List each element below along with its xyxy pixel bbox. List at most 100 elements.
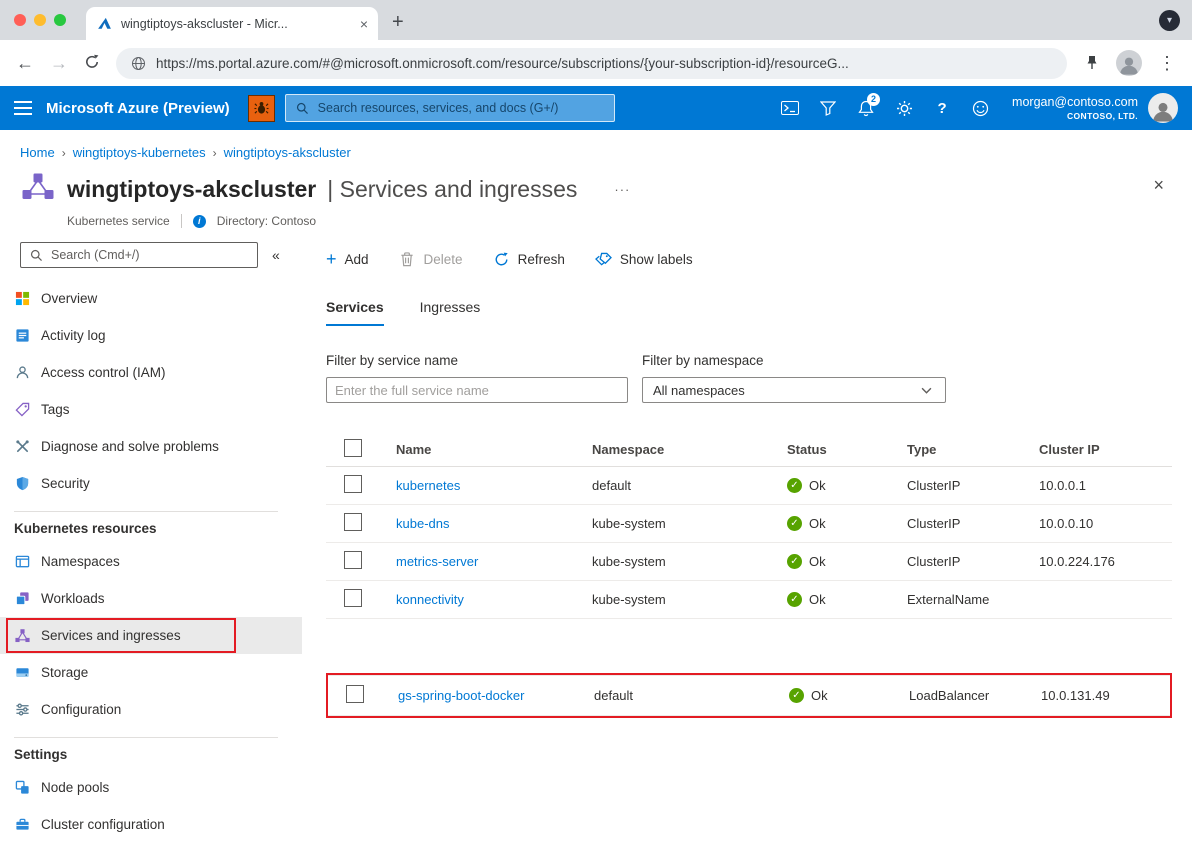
browser-toolbar: ← → https://ms.portal.azure.com/#@micros… [0,40,1192,86]
cell-namespace: default [592,478,787,493]
tab-title: wingtiptoys-akscluster - Micr... [121,17,352,31]
sidebar-item-node-pools[interactable]: Node pools [0,769,302,806]
sidebar-search-input[interactable] [51,248,250,262]
tab-ingresses[interactable]: Ingresses [420,299,481,326]
account-avatar[interactable] [1148,93,1178,123]
back-button[interactable]: ← [16,54,34,72]
delete-button[interactable]: Delete [399,252,463,267]
sidebar-item-label: Overview [41,291,97,306]
breadcrumb-cluster[interactable]: wingtiptoys-akscluster [224,145,351,160]
refresh-button-label: Refresh [518,252,565,267]
reload-button[interactable] [84,54,100,73]
report-bug-icon[interactable] [248,95,275,122]
cell-cluster-ip: 10.0.131.49 [1041,688,1170,703]
section-header-settings: Settings [0,738,302,769]
select-all-checkbox[interactable] [344,439,362,457]
account-menu[interactable]: morgan@contoso.com CONTOSO, LTD. [1012,94,1138,121]
sidebar-item-services-and-ingresses[interactable]: Services and ingresses [0,617,302,654]
add-button-label: Add [345,252,369,267]
azure-search-box[interactable] [285,94,615,122]
activity-log-icon [14,328,31,343]
sidebar-item-cluster-configuration[interactable]: Cluster configuration [0,806,302,843]
sidebar-item-namespaces[interactable]: Namespaces [0,543,302,580]
window-zoom-button[interactable] [54,14,66,26]
sidebar-item-activity-log[interactable]: Activity log [0,317,302,354]
column-header-name[interactable]: Name [396,442,592,457]
service-link[interactable]: kubernetes [396,478,460,493]
more-menu-icon[interactable]: ··· [614,182,630,197]
row-checkbox[interactable] [344,513,362,531]
workloads-icon [14,591,31,606]
sidebar-search-box[interactable] [20,242,258,268]
column-header-type[interactable]: Type [907,442,1039,457]
show-labels-button[interactable]: Show labels [595,252,693,267]
status-ok-icon: ✓ [787,554,802,569]
row-checkbox[interactable] [344,551,362,569]
tab-close-icon[interactable]: × [360,17,368,31]
sidebar-item-label: Workloads [41,591,105,606]
sidebar-item-access-control[interactable]: Access control (IAM) [0,354,302,391]
service-link[interactable]: gs-spring-boot-docker [398,688,524,703]
breadcrumb-separator: › [213,146,217,160]
cell-cluster-ip: 10.0.0.1 [1039,478,1172,493]
screen: wingtiptoys-akscluster - Micr... × + ▾ ←… [0,0,1192,858]
notifications-bell-icon[interactable]: 2 [848,90,884,126]
refresh-button[interactable]: Refresh [493,252,565,267]
cell-namespace: kube-system [592,516,787,531]
directory-filter-icon[interactable] [810,90,846,126]
new-tab-button[interactable]: + [392,12,404,32]
forward-button[interactable]: → [50,54,68,72]
window-close-button[interactable] [14,14,26,26]
row-checkbox[interactable] [344,475,362,493]
pin-icon[interactable] [1083,55,1100,71]
window-minimize-button[interactable] [34,14,46,26]
service-link[interactable]: konnectivity [396,592,464,607]
tab-services[interactable]: Services [326,299,384,326]
browser-avatar[interactable] [1116,50,1142,76]
settings-gear-icon[interactable] [886,90,922,126]
azure-brand[interactable]: Microsoft Azure (Preview) [46,100,230,117]
annotation-row-highlight: gs-spring-boot-docker default ✓ Ok LoadB… [326,673,1172,718]
sidebar-item-label: Activity log [41,328,106,343]
browser-tab[interactable]: wingtiptoys-akscluster - Micr... × [86,7,378,40]
hamburger-menu-icon[interactable] [14,101,32,115]
sidebar-item-workloads[interactable]: Workloads [0,580,302,617]
cloud-shell-icon[interactable] [772,90,808,126]
status-text: Ok [809,554,826,569]
breadcrumb-home[interactable]: Home [20,145,55,160]
column-header-status[interactable]: Status [787,442,907,457]
sidebar-item-security[interactable]: Security [0,465,302,502]
cell-cluster-ip: 10.0.0.10 [1039,516,1172,531]
row-checkbox[interactable] [346,685,364,703]
sidebar-item-tags[interactable]: Tags [0,391,302,428]
page-close-icon[interactable]: × [1153,176,1164,194]
azure-favicon [96,16,113,31]
column-header-cluster-ip[interactable]: Cluster IP [1039,442,1172,457]
service-name-filter-input[interactable] [326,377,628,403]
help-icon[interactable]: ? [924,90,960,126]
table-row: metrics-server kube-system ✓ Ok ClusterI… [326,543,1172,581]
sidebar-item-storage[interactable]: Storage [0,654,302,691]
column-header-namespace[interactable]: Namespace [592,442,787,457]
cell-status: ✓ Ok [787,478,907,493]
sidebar-item-diagnose[interactable]: Diagnose and solve problems [0,428,302,465]
service-link[interactable]: metrics-server [396,554,478,569]
service-link[interactable]: kube-dns [396,516,449,531]
browser-menu-icon[interactable]: ⋮ [1158,54,1176,72]
feedback-smiley-icon[interactable] [962,90,998,126]
namespace-dropdown[interactable]: All namespaces [642,377,946,403]
sidebar-item-configuration[interactable]: Configuration [0,691,302,728]
browser-profile-chevron-icon[interactable]: ▾ [1159,10,1180,31]
breadcrumb-resource-group[interactable]: wingtiptoys-kubernetes [73,145,206,160]
sidebar-collapse-icon[interactable]: « [272,247,280,263]
address-bar[interactable]: https://ms.portal.azure.com/#@microsoft.… [116,48,1067,79]
row-checkbox[interactable] [344,589,362,607]
table-row: konnectivity kube-system ✓ Ok ExternalNa… [326,581,1172,619]
cell-status: ✓ Ok [787,516,907,531]
sidebar-item-overview[interactable]: Overview [0,280,302,317]
overview-icon [14,291,31,306]
status-text: Ok [809,592,826,607]
add-button[interactable]: + Add [326,250,369,268]
sidebar-item-label: Services and ingresses [41,628,181,643]
azure-search-input[interactable] [318,101,606,115]
